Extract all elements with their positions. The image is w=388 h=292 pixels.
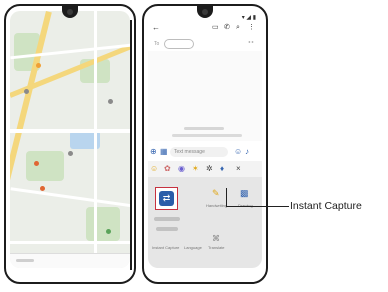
add-recipient-icon[interactable]: ⁺⁺: [248, 40, 254, 48]
instant-capture-button[interactable]: ⇄: [155, 187, 178, 210]
park-area: [86, 207, 120, 241]
poi-pin-icon[interactable]: [34, 161, 39, 166]
poi-pin-icon[interactable]: [106, 229, 111, 234]
map-view[interactable]: [10, 11, 130, 268]
handwriting-label: Handwriting: [206, 203, 228, 208]
keyboard-extension-panel: ⇄ ✎ ▩ Handwriting Drawing ⌘ Translate In…: [148, 177, 262, 268]
phone-icon[interactable]: ✆: [224, 24, 230, 32]
poi-pin-icon[interactable]: [24, 89, 29, 94]
gif-icon[interactable]: ✿: [164, 165, 171, 173]
callout-leader-line: [227, 206, 289, 207]
language-label: Language: [184, 245, 202, 250]
conversation-note: [172, 134, 242, 137]
right-screen: ▾ ◢ ▮ ← ▭ ✆ ⌕ ⋮ To ⁺⁺ ⊕ ▦ Text message ☺…: [142, 4, 268, 284]
road: [10, 129, 130, 133]
voice-input-icon[interactable]: ♦: [220, 165, 224, 173]
map-screen: [10, 11, 130, 268]
sticker-icon[interactable]: ☺: [150, 165, 158, 173]
instant-capture-tile-label: Instant Capture: [152, 245, 180, 250]
translate-icon[interactable]: ⌘: [212, 235, 220, 243]
conversation-thread[interactable]: [148, 51, 262, 141]
road: [10, 241, 130, 244]
poi-pin-icon[interactable]: [36, 63, 41, 68]
poi-pin-icon[interactable]: [68, 151, 73, 156]
compose-bar: ⊕ ▦ Text message ☺ ♪: [148, 145, 262, 159]
clip-tray-icon[interactable]: ◉: [178, 165, 185, 173]
drawing-icon[interactable]: ▩: [240, 189, 249, 198]
keyboard-toolbar: ☺ ✿ ◉ ✶ ✲ ♦ ×: [148, 161, 262, 177]
messaging-screen: ▾ ◢ ▮ ← ▭ ✆ ⌕ ⋮ To ⁺⁺ ⊕ ▦ Text message ☺…: [148, 11, 262, 268]
recipient-row[interactable]: To ⁺⁺: [152, 38, 256, 50]
instant-capture-icon: ⇄: [159, 191, 174, 206]
map-scale-bar: [16, 259, 34, 262]
date-separator: [184, 127, 224, 130]
search-icon[interactable]: ⌕: [236, 24, 240, 32]
park-area: [26, 151, 64, 181]
blurred-text: [156, 227, 178, 231]
emoticon-icon[interactable]: ✶: [192, 165, 199, 173]
emoji-icon[interactable]: ☺: [234, 148, 242, 156]
handwriting-icon[interactable]: ✎: [212, 189, 220, 198]
poi-pin-icon[interactable]: [108, 99, 113, 104]
more-options-icon[interactable]: ⋮: [248, 24, 255, 32]
add-attachment-icon[interactable]: ⊕: [150, 148, 157, 156]
poi-pin-icon[interactable]: [40, 186, 45, 191]
recipient-chip[interactable]: [164, 39, 194, 49]
to-label-icon: To: [154, 41, 160, 47]
message-input[interactable]: Text message: [170, 147, 228, 157]
translate-label: Translate: [208, 245, 225, 250]
video-call-icon[interactable]: ▭: [212, 24, 219, 32]
status-bar: ▾ ◢ ▮: [241, 15, 256, 21]
callout-label: Instant Capture: [290, 200, 362, 212]
gallery-icon[interactable]: ▦: [160, 148, 168, 156]
settings-gear-icon[interactable]: ✲: [206, 165, 213, 173]
close-icon[interactable]: ×: [236, 165, 241, 173]
callout-leader-line: [226, 188, 227, 207]
left-screen: [4, 4, 136, 284]
mic-icon[interactable]: ♪: [245, 148, 249, 156]
back-arrow-icon[interactable]: ←: [152, 24, 160, 32]
blurred-text: [154, 217, 180, 221]
message-toolbar: ← ▭ ✆ ⌕ ⋮: [148, 23, 262, 33]
map-bottom-bar: [10, 253, 130, 268]
